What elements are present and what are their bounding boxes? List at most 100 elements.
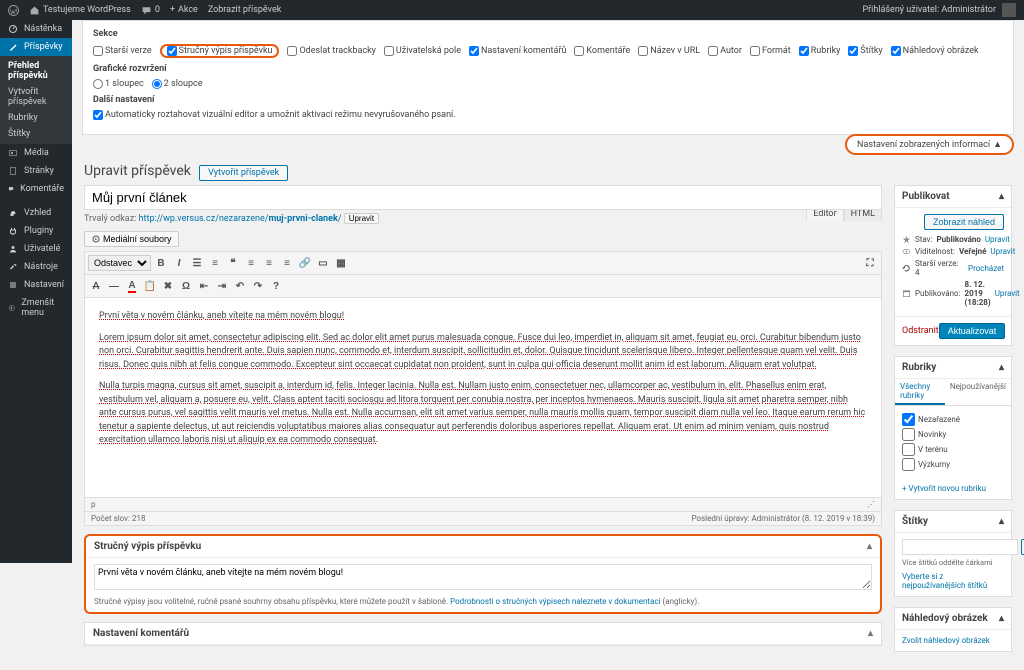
align-right-button[interactable]: ≡ (279, 255, 295, 271)
edit-slug-button[interactable]: Upravit (344, 213, 379, 224)
collapse-menu[interactable]: Zmenšit menu (0, 294, 72, 322)
menu-tools[interactable]: Nástroje (0, 258, 72, 276)
italic-button[interactable]: I (171, 255, 187, 271)
content-editor[interactable]: První věta v novém článku, aneb vítejte … (84, 298, 882, 498)
discussion-heading[interactable]: Nastavení komentářů▴ (85, 623, 881, 645)
paste-text-button[interactable]: 📋 (142, 278, 158, 294)
strike-button[interactable]: A (88, 278, 104, 294)
publish-heading[interactable]: Publikovat▴ (895, 186, 1011, 208)
all-cats-tab[interactable]: Všechny rubriky (895, 379, 945, 405)
clear-format-button[interactable]: ✖ (160, 278, 176, 294)
tag-cloud-link[interactable]: Vyberte si z nejpoužívanějších štítků (902, 572, 987, 590)
screen-option-checkbox[interactable]: Autor (708, 46, 742, 56)
align-center-button[interactable]: ≡ (261, 255, 277, 271)
help-button[interactable]: ? (268, 278, 284, 294)
menu-appearance[interactable]: Vzhled (0, 204, 72, 222)
layout-radio[interactable]: 2 sloupce (152, 79, 203, 89)
excerpt-textarea[interactable]: První věta v novém článku, aneb vítejte … (94, 564, 872, 590)
screen-options-layout-heading: Grafické rozvržení (93, 64, 1003, 74)
add-new-button[interactable]: Vytvořit příspěvek (199, 165, 288, 181)
my-account[interactable]: Přihlášený uživatel: Administrátor (862, 5, 996, 15)
view-post[interactable]: Zobrazit příspěvek (208, 5, 281, 15)
submenu-tags[interactable]: Štítky (0, 126, 72, 142)
screen-option-checkbox[interactable]: Formát (750, 46, 791, 56)
more-checkbox[interactable]: Automaticky roztahovat vizuální editor a… (93, 110, 456, 120)
toolbar-toggle-button[interactable]: ▦ (333, 255, 349, 271)
screen-option-checkbox[interactable]: Náhledový obrázek (891, 46, 979, 56)
add-category-link[interactable]: + Vytvořit novou rubriku (902, 484, 986, 493)
redo-button[interactable]: ↷ (250, 278, 266, 294)
menu-media[interactable]: Média (0, 144, 72, 162)
menu-settings[interactable]: Nastavení (0, 276, 72, 294)
wp-logo[interactable] (8, 5, 19, 16)
update-button[interactable]: Aktualizovat (939, 323, 1006, 339)
layout-radio[interactable]: 1 sloupec (93, 79, 144, 89)
screen-option-checkbox[interactable]: Komentáře (574, 46, 630, 56)
screen-option-checkbox[interactable]: Starší verze (93, 46, 152, 56)
bold-button[interactable]: B (153, 255, 169, 271)
site-name[interactable]: Testujeme WordPress (29, 5, 131, 16)
menu-dashboard[interactable]: Nástěnka (0, 20, 72, 38)
menu-plugins[interactable]: Pluginy (0, 222, 72, 240)
screen-option-checkbox[interactable]: Rubriky (799, 46, 841, 56)
last-edit: Poslední úpravy: Administrátor (8. 12. 2… (691, 514, 875, 523)
menu-pages[interactable]: Stránky (0, 162, 72, 180)
menu-posts[interactable]: Příspěvky (0, 38, 72, 56)
edit-visibility-link[interactable]: Upravit (990, 247, 1015, 256)
editor-toolbar: Odstavec B I ☰ ≡ ❝ ≡ ≡ ≡ 🔗 ▭ ▦ ⛶ (84, 251, 882, 275)
featured-heading[interactable]: Náhledový obrázek▴ (895, 608, 1011, 630)
screen-option-checkbox[interactable]: Stručný výpis příspěvku (160, 44, 280, 58)
menu-comments[interactable]: Komentáře (0, 180, 72, 198)
textcolor-button[interactable]: A (124, 278, 140, 294)
trash-link[interactable]: Odstranit (902, 326, 939, 336)
categories-box: Rubriky▴ Všechny rubrikyNejpoužívanější … (894, 356, 1012, 500)
pop-cats-tab[interactable]: Nejpoužívanější (945, 379, 1011, 405)
featured-image-box: Náhledový obrázek▴ Zvolit náhledový obrá… (894, 607, 1012, 652)
more-button[interactable]: ▭ (315, 255, 331, 271)
chevron-up-icon: ▲ (993, 139, 1002, 150)
special-char-button[interactable]: Ω (178, 278, 194, 294)
submenu-new-post[interactable]: Vytvořit příspěvek (0, 84, 72, 110)
bullet-list-button[interactable]: ☰ (189, 255, 205, 271)
hr-button[interactable]: — (106, 278, 122, 294)
new-content[interactable]: + Akce (170, 5, 198, 15)
menu-users[interactable]: Uživatelé (0, 240, 72, 258)
fullscreen-button[interactable]: ⛶ (862, 255, 878, 271)
link-button[interactable]: 🔗 (297, 255, 313, 271)
number-list-button[interactable]: ≡ (207, 255, 223, 271)
outdent-button[interactable]: ⇤ (196, 278, 212, 294)
excerpt-doc-link[interactable]: Podrobnosti o stručných výpisech nalezne… (450, 597, 660, 606)
avatar[interactable] (1002, 3, 1016, 17)
permalink-link[interactable]: http://wp.versus.cz/nezarazene/muj-prvni… (139, 214, 342, 224)
category-checkbox[interactable]: V terénu (902, 442, 1004, 457)
submenu-categories[interactable]: Rubriky (0, 110, 72, 126)
undo-button[interactable]: ↶ (232, 278, 248, 294)
category-checkbox[interactable]: Nezařazené (902, 412, 1004, 427)
category-checkbox[interactable]: Výzkumy (902, 457, 1004, 472)
edit-date-link[interactable]: Upravit (995, 289, 1020, 298)
align-left-button[interactable]: ≡ (243, 255, 259, 271)
blockquote-button[interactable]: ❝ (225, 255, 241, 271)
indent-button[interactable]: ⇥ (214, 278, 230, 294)
categories-heading[interactable]: Rubriky▴ (895, 357, 1011, 379)
format-select[interactable]: Odstavec (88, 255, 151, 271)
post-title-input[interactable] (84, 185, 882, 210)
browse-revisions-link[interactable]: Procházet (968, 264, 1004, 273)
screen-option-checkbox[interactable]: Název v URL (638, 46, 700, 56)
screen-options-tab[interactable]: Nastavení zobrazených informací ▲ (845, 134, 1014, 155)
screen-option-checkbox[interactable]: Nastavení komentářů (469, 46, 566, 56)
comments-count[interactable]: 0 (141, 5, 160, 16)
tag-input[interactable] (902, 539, 1018, 555)
screen-option-checkbox[interactable]: Uživatelská pole (384, 46, 461, 56)
submenu-all-posts[interactable]: Přehled příspěvků (0, 58, 72, 84)
excerpt-heading[interactable]: Stručný výpis příspěvku▴ (86, 536, 880, 558)
screen-option-checkbox[interactable]: Štítky (848, 46, 882, 56)
tags-heading[interactable]: Štítky▴ (895, 511, 1011, 533)
permalink-row: Trvalý odkaz: http://wp.versus.cz/nezara… (84, 210, 882, 227)
category-checkbox[interactable]: Novinky (902, 427, 1004, 442)
preview-button[interactable]: Zobrazit náhled (924, 214, 1004, 230)
add-media-button[interactable]: Mediální soubory (84, 231, 179, 247)
edit-status-link[interactable]: Upravit (985, 235, 1010, 244)
screen-option-checkbox[interactable]: Odeslat trackbacky (287, 46, 375, 56)
set-featured-link[interactable]: Zvolit náhledový obrázek (902, 636, 990, 645)
